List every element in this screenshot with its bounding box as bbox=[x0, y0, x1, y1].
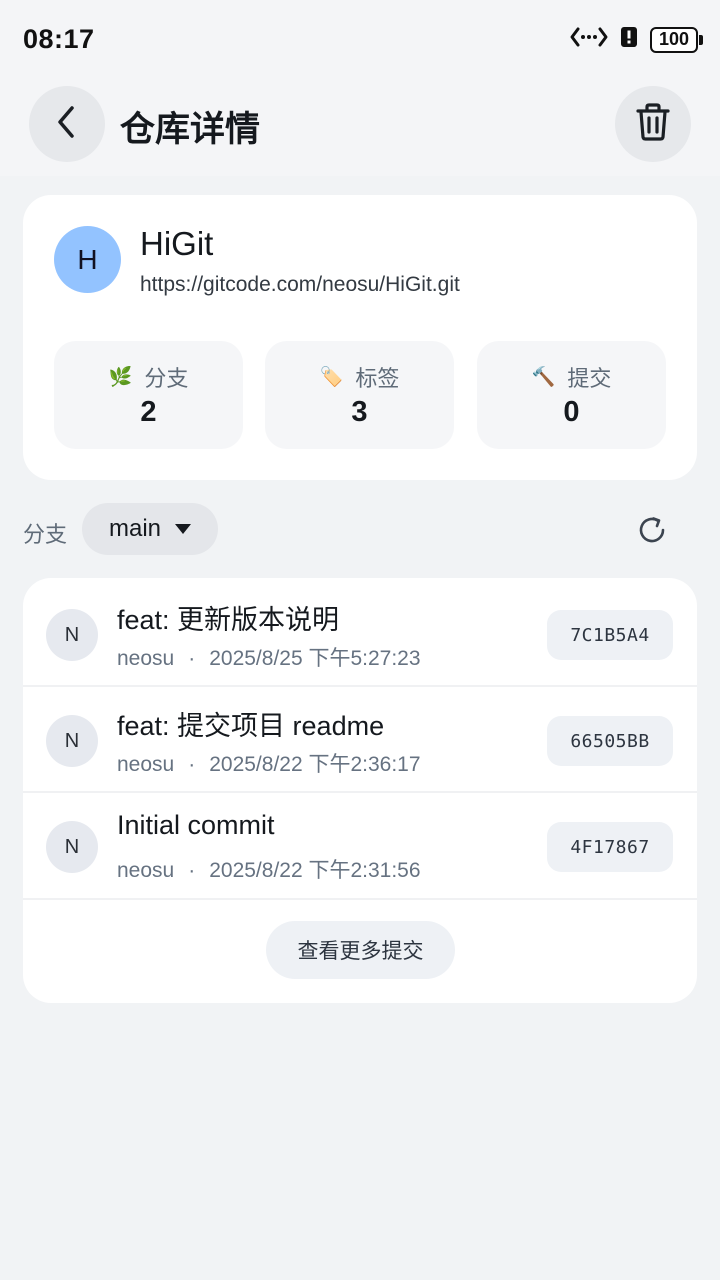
refresh-button[interactable] bbox=[636, 514, 668, 546]
commit-author: neosu bbox=[117, 753, 175, 776]
stat-value: 2 bbox=[140, 396, 157, 428]
commit-message: Initial commit bbox=[117, 810, 275, 840]
divider bbox=[23, 898, 697, 900]
status-icons: 100 bbox=[570, 26, 703, 53]
meta-separator: · bbox=[188, 859, 196, 882]
stat-commits[interactable]: 🔨 提交 0 bbox=[477, 341, 666, 449]
author-avatar: N bbox=[46, 609, 98, 661]
stat-label: 提交 bbox=[567, 366, 612, 391]
back-button[interactable] bbox=[29, 86, 105, 162]
commit-meta: neosu · 2025/8/22 下午2:36:17 bbox=[117, 748, 421, 778]
stat-label: 分支 bbox=[144, 366, 189, 391]
commit-message: feat: 提交项目 readme bbox=[117, 711, 385, 741]
stat-branches[interactable]: 🌿 分支 2 bbox=[54, 341, 243, 449]
commit-meta: neosu · 2025/8/22 下午2:31:56 bbox=[117, 854, 421, 884]
repo-info-card: H HiGit https://gitcode.com/neosu/HiGit.… bbox=[23, 195, 697, 480]
stat-label: 标签 bbox=[355, 366, 400, 391]
hammer-icon: 🔨 bbox=[531, 367, 556, 388]
commit-row[interactable]: N Initial commit neosu · 2025/8/22 下午2:31:… bbox=[23, 792, 697, 898]
alert-icon bbox=[620, 26, 638, 53]
commit-author: neosu bbox=[117, 859, 175, 882]
stat-tags[interactable]: 🏷️ 标签 3 bbox=[265, 341, 454, 449]
meta-separator: · bbox=[188, 647, 196, 670]
battery-icon: 100 bbox=[650, 26, 703, 53]
repo-url: https://gitcode.com/neosu/HiGit.git bbox=[140, 273, 460, 296]
commit-row[interactable]: N feat: 提交项目 readme neosu · 2025/8/22 下午2:… bbox=[23, 686, 697, 792]
author-avatar: N bbox=[46, 715, 98, 767]
status-bar: 08:17 100 bbox=[0, 0, 720, 80]
status-time: 08:17 bbox=[23, 24, 95, 54]
branch-name: main bbox=[108, 515, 162, 542]
commit-row[interactable]: N feat: 更新版本说明 neosu · 2025/8/25 下午5:27:23… bbox=[23, 580, 697, 686]
view-more-commits-button[interactable]: 查看更多提交 bbox=[266, 921, 455, 979]
trash-icon bbox=[635, 102, 671, 147]
commit-date: 2025/8/25 下午5:27:23 bbox=[209, 647, 421, 670]
commit-author: neosu bbox=[117, 647, 175, 670]
tag-icon: 🏷️ bbox=[319, 367, 344, 388]
stat-value: 3 bbox=[351, 396, 368, 428]
branch-selector[interactable]: main bbox=[82, 503, 218, 555]
caret-down-icon bbox=[175, 524, 192, 534]
delete-button[interactable] bbox=[615, 86, 691, 162]
repo-avatar: H bbox=[54, 226, 121, 293]
herb-icon: 🌿 bbox=[108, 367, 133, 388]
commit-hash-badge[interactable]: 7C1B5A4 bbox=[547, 610, 673, 660]
commit-hash-badge[interactable]: 4F17867 bbox=[547, 822, 673, 872]
page-title: 仓库详情 bbox=[120, 110, 261, 149]
data-transfer-icon bbox=[570, 26, 608, 53]
meta-separator: · bbox=[188, 753, 196, 776]
repo-name: HiGit bbox=[140, 225, 214, 262]
commits-card: N feat: 更新版本说明 neosu · 2025/8/25 下午5:27:23… bbox=[23, 578, 697, 1003]
stat-value: 0 bbox=[563, 396, 580, 428]
commit-message: feat: 更新版本说明 bbox=[117, 605, 340, 635]
branch-label: 分支 bbox=[23, 522, 68, 547]
commit-date: 2025/8/22 下午2:31:56 bbox=[209, 859, 421, 882]
commit-hash-badge[interactable]: 66505BB bbox=[547, 716, 673, 766]
commit-meta: neosu · 2025/8/25 下午5:27:23 bbox=[117, 642, 421, 672]
author-avatar: N bbox=[46, 821, 98, 873]
commit-date: 2025/8/22 下午2:36:17 bbox=[209, 753, 421, 776]
chevron-left-icon bbox=[52, 104, 82, 145]
refresh-icon bbox=[636, 517, 668, 550]
